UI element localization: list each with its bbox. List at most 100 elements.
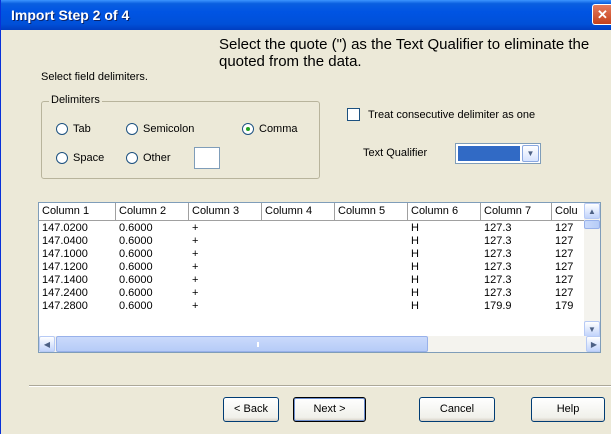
table-cell (335, 274, 408, 287)
radio-comma-label: Comma (259, 123, 298, 135)
scroll-down-icon[interactable]: ▼ (584, 321, 600, 337)
column-header[interactable]: Column 2 (116, 203, 189, 221)
table-cell: + (192, 222, 199, 234)
close-button[interactable]: ✕ (592, 4, 611, 25)
data-preview-grid[interactable]: Column 1 Column 2 Column 3 Column 4 Colu… (38, 202, 601, 353)
text-qualifier-label: Text Qualifier (363, 147, 428, 159)
table-cell (335, 222, 408, 235)
table-cell: H (411, 300, 419, 312)
horizontal-scroll-thumb[interactable] (56, 336, 428, 352)
table-cell: 179 (555, 300, 574, 312)
scroll-grip-icon (257, 342, 259, 347)
delimiters-group-title: Delimiters (49, 94, 102, 106)
radio-semicolon-button[interactable] (126, 123, 138, 135)
table-cell: 147.0200 (42, 222, 88, 234)
table-cell (262, 235, 335, 248)
table-row: 147.1400 0.6000 + H 127.3 127 (39, 274, 579, 287)
table-cell (335, 248, 408, 261)
table-row: 147.2400 0.6000 + H 127.3 127 (39, 287, 579, 300)
table-cell (262, 300, 335, 313)
vertical-scroll-thumb[interactable] (584, 220, 600, 229)
radio-space[interactable]: Space (56, 152, 104, 164)
instruction-text: Select the quote (") as the Text Qualifi… (219, 36, 590, 70)
radio-tab-button[interactable] (56, 123, 68, 135)
table-cell: + (192, 235, 199, 247)
table-cell: 127 (555, 248, 574, 260)
consecutive-delimiter-box[interactable] (347, 108, 360, 121)
grid-body: 147.0200 0.6000 + H 127.3 127 147.0400 0… (39, 222, 579, 313)
radio-other[interactable]: Other (126, 152, 171, 164)
table-cell: 127 (555, 222, 574, 234)
column-header[interactable]: Column 5 (335, 203, 408, 221)
table-cell: 147.2400 (42, 287, 88, 299)
radio-space-button[interactable] (56, 152, 68, 164)
table-cell: 147.0400 (42, 235, 88, 247)
table-cell: 0.6000 (119, 300, 153, 312)
footer-separator (29, 385, 611, 387)
table-cell (262, 222, 335, 235)
table-cell (262, 261, 335, 274)
horizontal-scrollbar[interactable]: ◀ ▶ (39, 336, 600, 352)
table-cell: 0.6000 (119, 248, 153, 260)
table-cell: H (411, 261, 419, 273)
scroll-up-icon[interactable]: ▲ (584, 203, 600, 219)
window-title: Import Step 2 of 4 (11, 7, 130, 23)
table-cell: 147.1200 (42, 261, 88, 273)
scroll-right-icon[interactable]: ▶ (586, 336, 600, 352)
table-row: 147.1200 0.6000 + H 127.3 127 (39, 261, 579, 274)
delimiters-group: Delimiters Tab Semicolon Comma Space Oth… (41, 94, 320, 179)
table-cell: 0.6000 (119, 261, 153, 273)
radio-comma[interactable]: Comma (242, 123, 298, 135)
column-header[interactable]: Column 1 (39, 203, 116, 221)
table-row: 147.1000 0.6000 + H 127.3 127 (39, 248, 579, 261)
table-cell: 0.6000 (119, 235, 153, 247)
table-cell (335, 261, 408, 274)
table-row: 147.0400 0.6000 + H 127.3 127 (39, 235, 579, 248)
radio-other-button[interactable] (126, 152, 138, 164)
title-bar[interactable]: Import Step 2 of 4 ✕ (1, 0, 611, 30)
column-header[interactable]: Column 4 (262, 203, 335, 221)
table-cell: 127.3 (484, 274, 512, 286)
column-header[interactable]: Column 6 (408, 203, 481, 221)
next-button[interactable]: Next > (293, 397, 366, 422)
table-cell: H (411, 222, 419, 234)
table-cell: 127 (555, 261, 574, 273)
table-cell (262, 274, 335, 287)
column-header[interactable]: Column 3 (189, 203, 262, 221)
text-qualifier-value: " (458, 146, 520, 161)
table-cell: H (411, 287, 419, 299)
radio-semicolon[interactable]: Semicolon (126, 123, 194, 135)
table-cell: 0.6000 (119, 222, 153, 234)
table-cell: 147.2800 (42, 300, 88, 312)
table-cell: H (411, 248, 419, 260)
column-header[interactable]: Colu (552, 203, 586, 221)
table-cell: H (411, 235, 419, 247)
table-cell: 127.3 (484, 248, 512, 260)
scroll-left-icon[interactable]: ◀ (39, 336, 55, 352)
radio-tab[interactable]: Tab (56, 123, 91, 135)
dropdown-arrow-icon[interactable]: ▼ (522, 145, 539, 162)
cancel-button[interactable]: Cancel (419, 397, 495, 422)
table-cell: 127.3 (484, 235, 512, 247)
table-cell: + (192, 274, 199, 286)
vertical-scrollbar[interactable]: ▲ ▼ (584, 203, 600, 337)
column-header[interactable]: Column 7 (481, 203, 552, 221)
text-qualifier-select[interactable]: " ▼ (455, 143, 541, 164)
table-cell: 127.3 (484, 287, 512, 299)
table-row: 147.2800 0.6000 + H 179.9 179 (39, 300, 579, 313)
other-delimiter-input[interactable] (194, 147, 220, 169)
table-cell (262, 248, 335, 261)
consecutive-delimiter-checkbox[interactable]: Treat consecutive delimiter as one (347, 108, 535, 121)
table-cell: 127 (555, 235, 574, 247)
table-cell: + (192, 248, 199, 260)
radio-comma-button[interactable] (242, 123, 254, 135)
help-button[interactable]: Help (531, 397, 605, 422)
back-button[interactable]: < Back (223, 397, 279, 422)
table-cell: 0.6000 (119, 287, 153, 299)
table-cell (335, 300, 408, 313)
table-cell: 127.3 (484, 222, 512, 234)
table-cell (335, 287, 408, 300)
table-row: 147.0200 0.6000 + H 127.3 127 (39, 222, 579, 235)
table-cell: + (192, 287, 199, 299)
table-cell: + (192, 300, 199, 312)
